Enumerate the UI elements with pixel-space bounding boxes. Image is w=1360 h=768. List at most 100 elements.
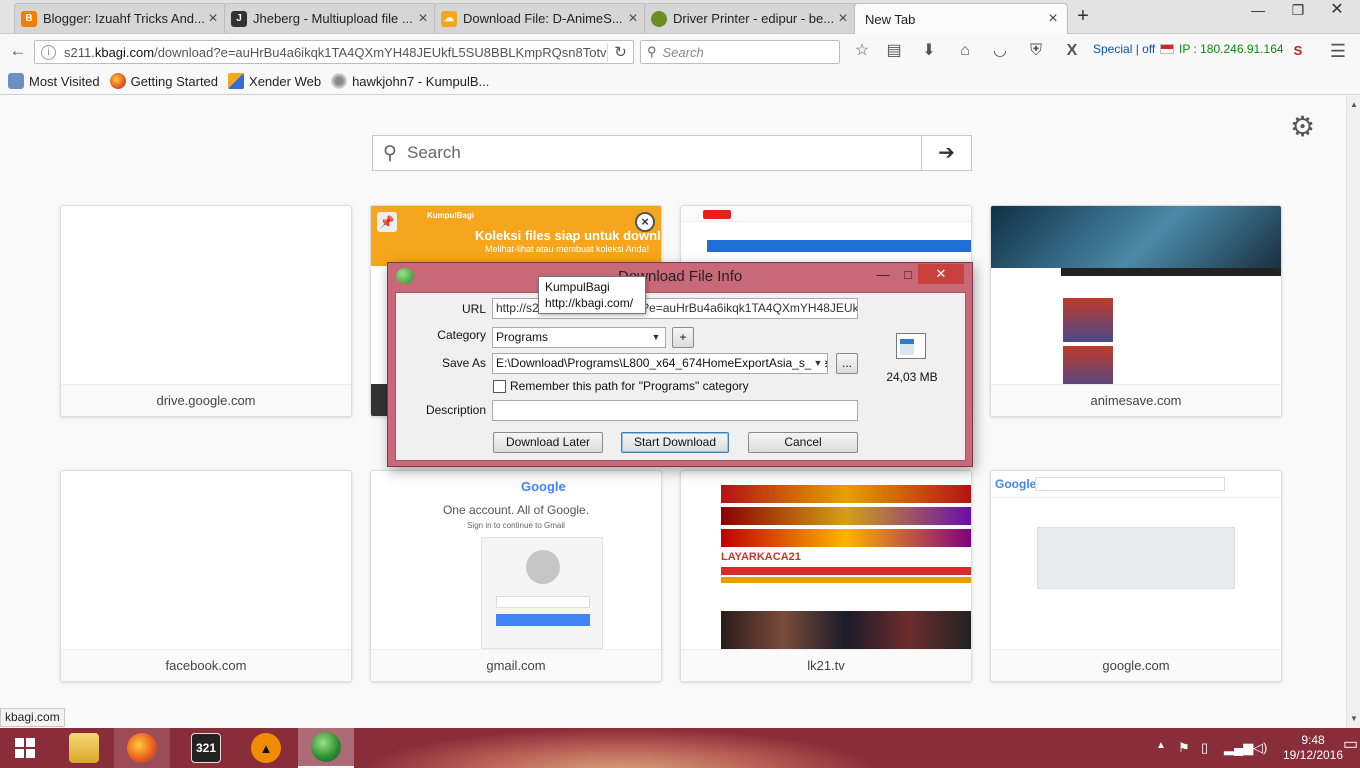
category-select[interactable]: Programs ▼ [492, 327, 666, 348]
jheberg-icon: J [231, 10, 247, 27]
tile-thumbnail: Google [991, 471, 1281, 649]
downloads-icon[interactable]: ⬇ [917, 39, 941, 63]
chevron-down-icon: ▼ [811, 354, 825, 373]
lk21-title: LAYARKACA21 [721, 551, 801, 563]
cloud-download-icon: ☁ [441, 10, 457, 27]
window-close-button[interactable]: ✕ [1314, 0, 1360, 22]
divider [991, 497, 1281, 498]
bookmark-xender-web[interactable]: Xender Web [228, 73, 321, 89]
url-text[interactable]: s211.kbagi.com/download?e=auHrBu4a6ikqk1… [64, 45, 607, 60]
volume-icon[interactable]: ◁) [1253, 740, 1267, 756]
idm-icon [396, 268, 414, 284]
dialog-close-button[interactable]: ✕ [918, 264, 964, 284]
gmail-signin-card [481, 537, 603, 649]
newtab-search-input[interactable]: ⚲ Search ➔ [372, 135, 972, 171]
notifications-icon[interactable]: ▭ [1343, 734, 1358, 754]
cancel-button[interactable]: Cancel [748, 432, 858, 453]
pocket-icon[interactable]: ◡ [988, 39, 1012, 63]
download-later-button[interactable]: Download Later [493, 432, 603, 453]
browse-button[interactable]: ... [836, 353, 858, 374]
url-path: /download?e=auHrBu4a6ikqk1TA4QXmYH48JEUk… [154, 44, 607, 60]
remember-path-checkbox[interactable] [493, 380, 506, 393]
tab-download-file[interactable]: ☁ Download File: D-AnimeS... × [434, 3, 648, 33]
start-download-button[interactable]: Start Download [621, 432, 729, 453]
tab-strip: B Blogger: Izuahf Tricks And... × J Jheb… [0, 0, 1360, 34]
google-map [1037, 527, 1235, 589]
google-search-box [1035, 477, 1225, 491]
maximize-button[interactable]: ❐ [1283, 0, 1313, 22]
dialog-titlebar[interactable]: Download File Info — □ ✕ [388, 263, 972, 289]
flag-icon[interactable]: ⚑ [1178, 740, 1190, 756]
animesave-nav [1061, 268, 1281, 276]
close-icon[interactable]: × [1045, 11, 1061, 27]
clock-time: 9:48 [1301, 733, 1325, 747]
special-toggle[interactable]: Special | off [1093, 42, 1155, 56]
next-button [496, 614, 590, 626]
close-icon[interactable]: × [625, 10, 641, 27]
taskbar-idm[interactable] [298, 728, 354, 768]
bookmark-star-icon[interactable]: ☆ [850, 39, 874, 63]
url-host: kbagi.com [94, 44, 155, 60]
bookmark-most-visited[interactable]: Most Visited [8, 73, 100, 89]
tile-facebook[interactable]: facebook.com [60, 470, 352, 682]
add-category-button[interactable]: + [672, 327, 694, 348]
menu-icon[interactable]: ☰ [1326, 39, 1350, 63]
gear-icon[interactable]: ⚙ [1290, 110, 1315, 143]
tile-drive[interactable]: drive.google.com [60, 205, 352, 417]
url-field-tail: d?e=auHrBu4a6ikqk1TA4QXmYH48JEUkfL5 [635, 301, 858, 315]
reading-list-icon[interactable]: ▤ [882, 39, 906, 63]
idm-icon [311, 732, 341, 762]
pin-icon[interactable]: 📌 [377, 212, 397, 232]
minimize-button[interactable]: — [1243, 0, 1273, 22]
taskbar-vlc[interactable]: ▲ [238, 728, 294, 768]
close-icon[interactable]: × [415, 10, 431, 27]
ublock-icon[interactable]: ⛨ [1024, 39, 1048, 63]
clock[interactable]: 9:48 19/12/2016 [1276, 733, 1350, 763]
tab-new-tab[interactable]: New Tab × [854, 3, 1068, 34]
saveas-select[interactable]: E:\Download\Programs\L800_x64_674HomeExp… [492, 353, 828, 374]
avatar [526, 550, 560, 584]
scrollbar[interactable]: ▲ ▼ [1346, 96, 1360, 728]
s-extension-icon[interactable]: S [1286, 39, 1310, 63]
x-extension-icon[interactable]: X [1060, 39, 1084, 63]
lk21-ad-banner [721, 529, 971, 547]
new-tab-button[interactable]: + [1070, 5, 1096, 29]
close-icon[interactable]: × [835, 10, 851, 27]
tile-thumbnail [61, 206, 351, 384]
address-bar[interactable]: i s211.kbagi.com/download?e=auHrBu4a6ikq… [34, 40, 634, 64]
scroll-down-icon[interactable]: ▼ [1350, 714, 1358, 723]
taskbar-firefox[interactable] [114, 728, 170, 768]
bookmark-kumpulbagi[interactable]: hawkjohn7 - KumpulB... [331, 73, 489, 89]
scroll-up-icon[interactable]: ▲ [1350, 100, 1358, 109]
back-button[interactable]: ← [6, 39, 30, 63]
close-icon[interactable]: × [205, 10, 221, 27]
bookmark-label: hawkjohn7 - KumpulB... [352, 73, 490, 89]
remove-tile-icon[interactable]: × [635, 212, 655, 232]
bookmark-getting-started[interactable]: Getting Started [109, 73, 219, 89]
clock-date: 19/12/2016 [1282, 748, 1344, 762]
start-button[interactable] [0, 728, 50, 768]
tab-blogger[interactable]: B Blogger: Izuahf Tricks And... × [14, 3, 228, 33]
arrow-right-icon[interactable]: ➔ [921, 136, 971, 170]
lk21-nav [721, 567, 971, 575]
battery-icon[interactable]: ▯ [1201, 740, 1208, 756]
info-icon[interactable]: i [41, 44, 56, 60]
search-placeholder: Search [662, 44, 704, 60]
taskbar-media-player[interactable]: 321 [178, 728, 234, 768]
tile-gmail[interactable]: Google One account. All of Google. Sign … [370, 470, 662, 682]
tab-driver-printer[interactable]: Driver Printer - edipur - be... × [644, 3, 858, 33]
home-icon[interactable]: ⌂ [953, 39, 977, 63]
tile-label: facebook.com [61, 649, 351, 681]
bookmark-label: Getting Started [130, 73, 219, 89]
tile-animesave[interactable]: animesave.com [990, 205, 1282, 417]
tile-lk21[interactable]: LAYARKACA21 lk21.tv [680, 470, 972, 682]
tab-jheberg[interactable]: J Jheberg - Multiupload file ... × [224, 3, 438, 33]
taskbar-file-explorer[interactable] [56, 728, 112, 768]
description-field[interactable] [492, 400, 858, 421]
tray-expand-icon[interactable]: ▲ [1156, 740, 1166, 751]
search-icon: ⚲ [647, 44, 657, 59]
signal-icon[interactable]: ▂▄▆ [1224, 740, 1253, 756]
tile-google[interactable]: Google google.com [990, 470, 1282, 682]
reload-icon[interactable]: ↻ [607, 43, 633, 61]
search-input[interactable]: ⚲ Search [640, 40, 840, 64]
